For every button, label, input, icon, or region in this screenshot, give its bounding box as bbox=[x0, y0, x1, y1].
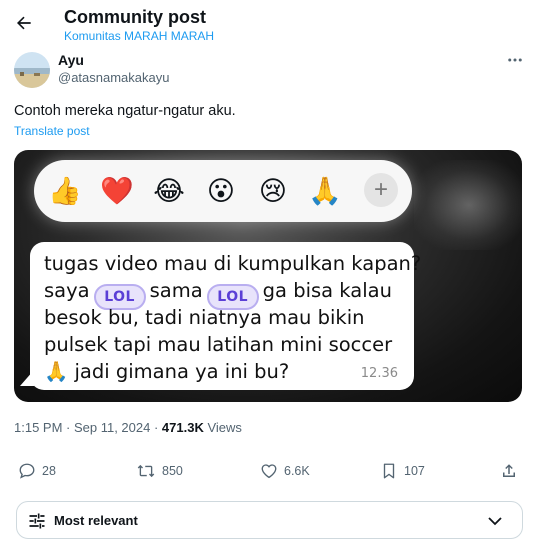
bookmark-count: 107 bbox=[404, 464, 425, 478]
repost-count: 850 bbox=[162, 464, 183, 478]
post-meta: 1:15 PM · Sep 11, 2024 · 471.3K Views bbox=[14, 420, 242, 435]
message-time: 12.36 bbox=[360, 366, 398, 381]
author-name[interactable]: Ayu bbox=[58, 52, 84, 68]
avatar-image bbox=[14, 52, 50, 88]
reaction-bar: 👍 ❤️ 😂 😮 😢 🙏 + bbox=[34, 160, 412, 222]
repost-button[interactable]: 850 bbox=[136, 460, 183, 482]
image-glow bbox=[414, 160, 522, 250]
page-title: Community post bbox=[64, 7, 206, 27]
more-horizontal-icon bbox=[508, 58, 522, 62]
bookmark-icon bbox=[383, 463, 395, 479]
translate-post-link[interactable]: Translate post bbox=[14, 124, 90, 138]
back-button[interactable] bbox=[10, 9, 38, 37]
reply-icon bbox=[19, 463, 35, 479]
heart-icon bbox=[261, 464, 277, 479]
sort-replies-dropdown[interactable]: Most relevant bbox=[16, 501, 523, 539]
avatar[interactable] bbox=[14, 52, 50, 88]
wow-reaction: 😮 bbox=[206, 175, 236, 206]
share-icon bbox=[503, 464, 515, 477]
message-text: ga bisa kalau bbox=[262, 279, 392, 302]
post-timestamp[interactable]: 1:15 PM · Sep 11, 2024 · bbox=[14, 420, 162, 435]
repost-icon bbox=[137, 464, 155, 478]
chevron-down-icon bbox=[488, 517, 502, 526]
post-text: Contoh mereka ngatur-ngatur aku. bbox=[14, 103, 236, 119]
message-text: jadi gimana ya ini bu? bbox=[74, 360, 290, 383]
message-line: 🙏 jadi gimana ya ini bu? bbox=[44, 360, 289, 383]
share-button[interactable] bbox=[500, 460, 518, 482]
views-count: 471.3K bbox=[161, 420, 204, 435]
like-count: 6.6K bbox=[284, 464, 310, 478]
reply-button[interactable]: 28 bbox=[18, 460, 56, 482]
views-label: Views bbox=[203, 420, 242, 435]
arrow-left-icon bbox=[17, 16, 31, 30]
sort-label: Most relevant bbox=[54, 513, 138, 528]
community-link[interactable]: Komunitas MARAH MARAH bbox=[64, 29, 214, 43]
message-text: saya bbox=[44, 279, 90, 302]
heart-reaction: ❤️ bbox=[100, 175, 134, 206]
message-line: tugas video mau di kumpulkan kapan? bbox=[44, 252, 422, 275]
bookmark-button[interactable]: 107 bbox=[380, 460, 425, 482]
page-header: Community post Komunitas MARAH MARAH bbox=[0, 0, 542, 46]
message-line: besok bu, tadi niatnya mau bikin bbox=[44, 306, 365, 329]
reply-count: 28 bbox=[42, 464, 56, 478]
author-handle[interactable]: @atasnamakakayu bbox=[58, 70, 169, 85]
thumbs-up-reaction: 👍 bbox=[48, 175, 82, 206]
add-reaction-icon: + bbox=[364, 173, 398, 207]
post-image[interactable]: 👍 ❤️ 😂 😮 😢 🙏 + tugas video mau di kumpul… bbox=[14, 150, 522, 402]
message-text: sama bbox=[149, 279, 203, 302]
pray-emoji: 🙏 bbox=[44, 360, 69, 383]
sad-reaction: 😢 bbox=[258, 175, 288, 206]
message-line: pulsek tapi mau latihan mini soccer bbox=[44, 333, 393, 356]
sliders-icon bbox=[29, 513, 45, 529]
like-button[interactable]: 6.6K bbox=[260, 460, 310, 482]
action-bar: 28 850 6.6K 107 bbox=[0, 460, 542, 484]
laugh-reaction: 😂 bbox=[153, 175, 185, 206]
more-button[interactable] bbox=[504, 50, 526, 70]
pray-reaction: 🙏 bbox=[308, 175, 342, 206]
chat-bubble: tugas video mau di kumpulkan kapan? saya… bbox=[30, 242, 421, 390]
